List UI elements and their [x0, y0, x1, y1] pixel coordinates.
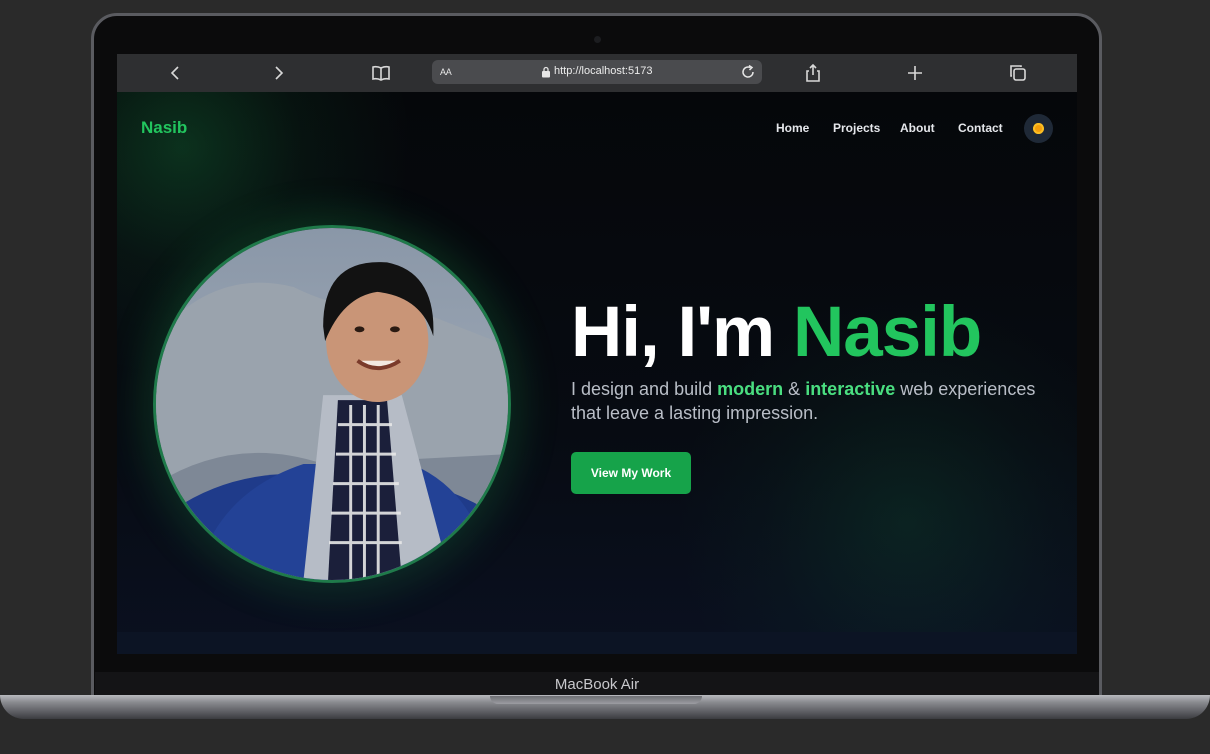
- next-section-edge: [117, 632, 1077, 654]
- nav-about[interactable]: About: [900, 121, 935, 135]
- back-icon[interactable]: [164, 61, 188, 85]
- reader-aa-button[interactable]: AA: [440, 67, 452, 77]
- model-label: MacBook Air: [554, 676, 640, 693]
- url-text: http://localhost:5173: [554, 65, 653, 77]
- hero-subtitle: I design and build modern & interactive …: [571, 377, 1051, 425]
- screen: AA http://localhost:5173 Nasib Home Proj…: [117, 54, 1077, 654]
- browser-toolbar: AA http://localhost:5173: [117, 54, 1077, 92]
- share-icon[interactable]: [801, 61, 825, 85]
- new-tab-icon[interactable]: [903, 61, 927, 85]
- nav-home[interactable]: Home: [776, 121, 809, 135]
- theme-toggle-button[interactable]: [1024, 114, 1053, 143]
- subtitle-part: &: [788, 379, 801, 399]
- web-page: Nasib Home Projects About Contact Hi, I'…: [117, 92, 1077, 654]
- bookmarks-icon[interactable]: [369, 61, 393, 85]
- camera: [594, 36, 601, 43]
- base-notch: [490, 696, 702, 704]
- subtitle-part: I design and build: [571, 379, 713, 399]
- lock-icon: [542, 66, 550, 78]
- profile-photo: [153, 225, 511, 583]
- forward-icon[interactable]: [266, 61, 290, 85]
- hero-greeting: Hi, I'm: [571, 293, 775, 372]
- nav-projects[interactable]: Projects: [833, 121, 880, 135]
- hero-title: Hi, I'm Nasib: [571, 292, 982, 373]
- subtitle-highlight-modern: modern: [717, 379, 784, 399]
- site-logo[interactable]: Nasib: [141, 118, 187, 138]
- nav-contact[interactable]: Contact: [958, 121, 1003, 135]
- view-my-work-button[interactable]: View My Work: [571, 452, 691, 494]
- sun-icon: [1033, 123, 1044, 134]
- reload-icon[interactable]: [739, 63, 757, 81]
- address-bar[interactable]: AA http://localhost:5173: [432, 60, 762, 84]
- tabs-icon[interactable]: [1006, 61, 1030, 85]
- subtitle-highlight-interactive: interactive: [805, 379, 896, 399]
- hero-name: Nasib: [792, 293, 982, 372]
